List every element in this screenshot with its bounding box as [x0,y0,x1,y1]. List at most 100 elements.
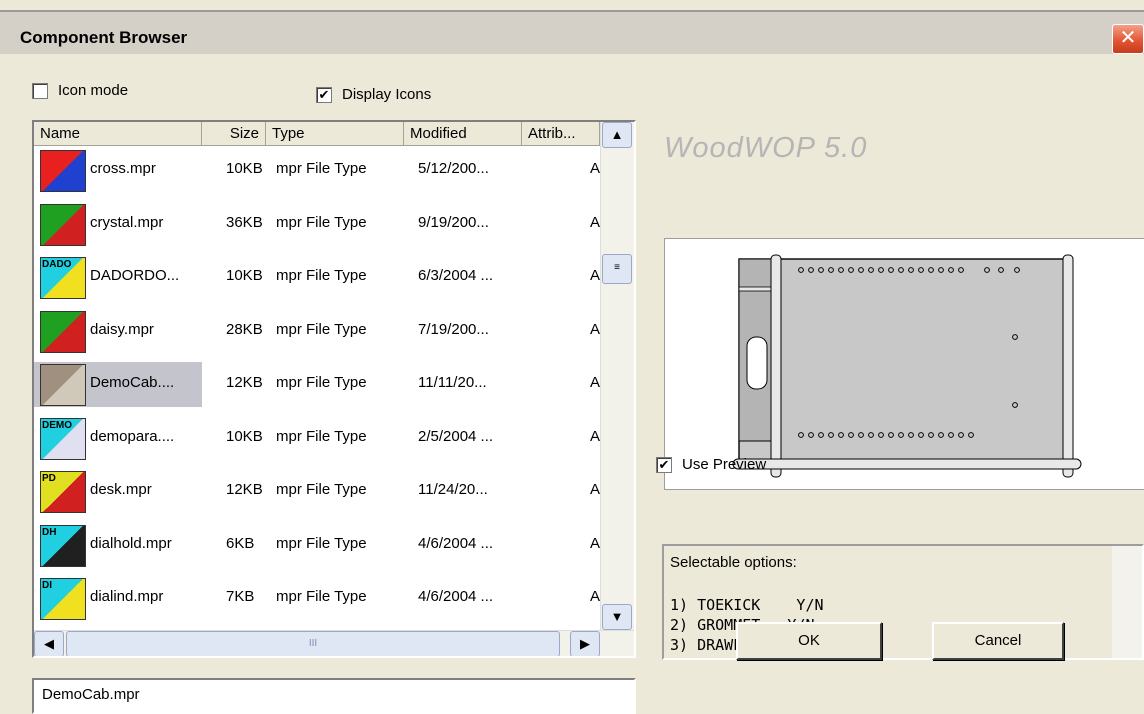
column-name[interactable]: Name [34,122,202,146]
list-header: Name Size Type Modified Attrib... [34,122,634,146]
file-modified: 9/19/200... [418,213,489,231]
file-size: 36KB [226,213,263,231]
file-name: daisy.mpr [90,320,154,338]
file-name: crystal.mpr [90,213,164,231]
file-name: demopara.... [90,427,175,445]
file-size: 28KB [226,320,263,338]
file-modified: 2/5/2004 ... [418,427,494,445]
file-name: dialhold.mpr [90,534,172,552]
file-modified: 4/6/2004 ... [418,534,494,552]
file-modified: 4/6/2004 ... [418,588,494,605]
desk-icon: PD [40,471,86,513]
file-attrib: A [590,213,601,231]
file-name: dialind.mpr [90,588,164,605]
cross-icon [40,150,86,192]
use-preview-checkbox[interactable]: ✔ Use Preview [656,456,766,473]
file-type: mpr File Type [276,427,367,445]
file-size: 10KB [226,267,263,284]
file-attrib: A [590,427,601,445]
cancel-button[interactable]: Cancel [932,622,1064,660]
blocks-icon [40,203,86,246]
display-icons-checkbox[interactable]: ✔ Display Icons [316,86,431,103]
options-title: Selectable options: [670,554,797,571]
demo-icon: DEMO [40,417,86,460]
column-modified[interactable]: Modified [404,122,522,146]
file-modified: 7/19/200... [418,320,489,338]
file-type: mpr File Type [276,534,367,552]
file-attrib: A [590,160,601,177]
file-attrib: A [590,267,601,284]
ok-button[interactable]: OK [736,622,882,660]
icon-mode-box[interactable] [32,82,48,99]
use-preview-label: Use Preview [682,456,767,473]
file-name: cross.mpr [90,160,156,177]
file-modified: 11/24/20... [418,481,488,498]
preview-panel [664,238,1144,490]
file-name: DemoCab.... [90,374,175,391]
close-button[interactable]: ✕ [1112,24,1144,54]
file-type: mpr File Type [276,481,367,498]
file-name: DADORDO... [90,267,180,284]
table-row[interactable]: crystal.mpr 36KB mpr File Type 9/19/200... A [34,202,600,247]
display-icons-box[interactable]: ✔ [316,86,332,103]
icon-mode-label: Icon mode [58,82,129,99]
file-modified: 5/12/200... [418,160,489,177]
scroll-thumb[interactable]: ≡ [602,254,632,284]
icon-mode-checkbox[interactable]: Icon mode [32,82,128,99]
display-icons-label: Display Icons [342,86,432,103]
column-size[interactable]: Size [202,122,266,146]
table-row[interactable]: DH dialhold.mpr 6KB mpr File Type 4/6/2004 .… [34,523,600,568]
horizontal-scrollbar[interactable]: ◀ III ▶ [34,630,634,656]
dial-icon: DI [40,578,86,620]
scroll-up-button[interactable]: ▲ [602,122,632,148]
file-attrib: A [590,481,601,498]
column-attrib[interactable]: Attrib... [522,122,600,146]
scroll-right-button[interactable]: ▶ [570,631,600,656]
cabinet-icon [40,364,86,406]
column-type[interactable]: Type [266,122,404,146]
file-type: mpr File Type [276,320,367,338]
file-attrib: A [590,374,601,391]
file-name: desk.mpr [90,481,152,498]
file-type: mpr File Type [276,160,367,177]
blocks-icon [40,310,86,353]
filename-field[interactable]: DemoCab.mpr [32,678,636,714]
title-bar: Component Browser ✕ [0,10,1144,54]
selectable-options-box[interactable]: Selectable options: 1) TOEKICK Y/N 2) GR… [662,544,1144,660]
table-row[interactable]: DemoCab.... 12KB mpr File Type 11/11/20... A [34,362,600,407]
options-scrollbar[interactable] [1112,546,1142,658]
cabinet-preview-drawing [732,254,1082,478]
table-row[interactable]: daisy.mpr 28KB mpr File Type 7/19/200... A [34,309,600,354]
vertical-scrollbar[interactable]: ▲ ≡ ▼ [600,122,634,632]
dado-icon: DADO [40,257,86,299]
table-row[interactable]: DEMO demopara.... 10KB mpr File Type 2/5/200… [34,416,600,461]
horizontal-scroll-thumb[interactable]: III [66,631,560,656]
table-row[interactable]: PD desk.mpr 12KB mpr File Type 11/24/20... A [34,469,600,514]
file-attrib: A [590,588,601,605]
file-type: mpr File Type [276,588,367,605]
file-list[interactable]: Name Size Type Modified Attrib... cross.… [32,120,636,658]
dialog-body: Icon mode ✔ Display Icons Name Size Type… [8,56,1144,714]
file-type: mpr File Type [276,374,367,391]
file-size: 12KB [226,481,263,498]
file-size: 10KB [226,160,263,177]
window-title: Component Browser [20,28,188,47]
file-size: 6KB [226,534,255,552]
scroll-down-button[interactable]: ▼ [602,604,632,630]
file-size: 10KB [226,427,263,445]
table-row[interactable]: cross.mpr 10KB mpr File Type 5/12/200... A [34,148,600,193]
file-attrib: A [590,534,601,552]
table-row[interactable]: DADO DADORDO... 10KB mpr File Type 6/3/2004 … [34,255,600,300]
table-row[interactable]: DI dialind.mpr 7KB mpr File Type 4/6/2004 ..… [34,576,600,621]
file-type: mpr File Type [276,267,367,284]
scroll-left-button[interactable]: ◀ [34,631,64,656]
file-modified: 6/3/2004 ... [418,267,494,284]
product-brand: WoodWOP 5.0 [664,132,868,164]
file-type: mpr File Type [276,213,367,231]
dialhold-icon: DH [40,524,86,567]
option-line: 1) TOEKICK Y/N [670,596,824,614]
file-size: 12KB [226,374,263,391]
file-size: 7KB [226,588,255,605]
use-preview-box[interactable]: ✔ [656,456,672,473]
file-modified: 11/11/20... [418,374,487,391]
